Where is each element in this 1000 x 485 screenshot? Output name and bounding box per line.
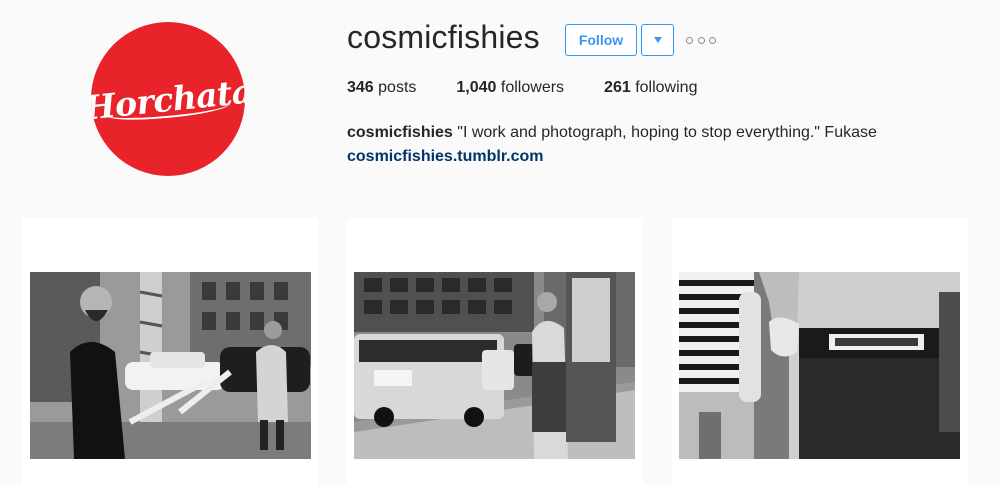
posts-count: 346 [347, 79, 374, 96]
followers-stat[interactable]: 1,040 followers [456, 79, 564, 97]
post-card[interactable] [22, 218, 318, 485]
posts-stat: 346 posts [347, 79, 416, 97]
bio-full-name: cosmicfishies [347, 124, 453, 141]
more-options-button[interactable] [686, 32, 716, 48]
profile-avatar: Horchata [91, 22, 245, 176]
bio-website-link[interactable]: cosmicfishies.tumblr.com [347, 145, 877, 169]
more-options-icon [686, 36, 693, 44]
bio-text: "I work and photograph, hoping to stop e… [457, 124, 877, 141]
post-photo[interactable] [30, 272, 311, 459]
posts-label: posts [378, 79, 417, 96]
followers-count: 1,040 [456, 79, 497, 96]
following-label: following [635, 79, 698, 96]
post-photo-image [679, 272, 960, 459]
avatar-logo-text: Horchata [91, 70, 245, 128]
more-options-icon [697, 36, 705, 44]
post-photo[interactable] [354, 272, 635, 459]
profile-username: cosmicfishies [347, 19, 540, 55]
following-stat[interactable]: 261 following [604, 79, 697, 97]
more-options-icon [709, 36, 716, 44]
post-card[interactable] [347, 218, 643, 485]
chevron-down-icon [653, 37, 662, 43]
following-count: 261 [604, 79, 631, 96]
followers-label: followers [500, 79, 565, 96]
follow-button[interactable]: Follow [565, 24, 637, 56]
profile-bio: cosmicfishies "I work and photograph, ho… [347, 121, 877, 169]
suggestions-dropdown-button[interactable] [641, 24, 674, 56]
post-photo-image [30, 272, 311, 459]
post-photo[interactable] [679, 272, 960, 459]
post-photo-image [354, 272, 635, 459]
profile-stats: 346 posts 1,040 followers 261 following [347, 79, 737, 97]
post-card[interactable] [672, 218, 968, 485]
